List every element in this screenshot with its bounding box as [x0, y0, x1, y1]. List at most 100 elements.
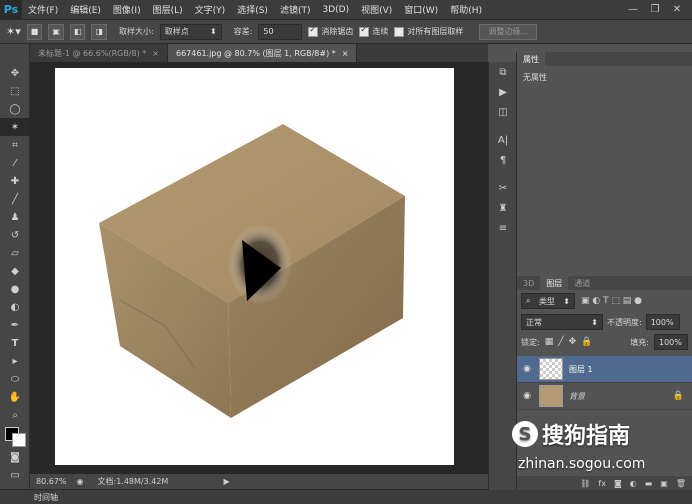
opacity-input[interactable]: 100% [645, 314, 680, 330]
refine-edge-button[interactable]: 调整边缘... [479, 23, 538, 40]
opacity-label: 不透明度: [607, 317, 642, 327]
brush-preset-icon[interactable]: ≡ [489, 218, 517, 238]
layer-row-background[interactable]: ◉ 背景 🔒 [517, 383, 692, 410]
history-panel-icon[interactable]: ⧉ [489, 62, 517, 82]
document-canvas[interactable] [55, 68, 454, 465]
sample-size-label: 取样大小: [119, 27, 154, 36]
all-layers-checkbox[interactable]: 对所有图层取样 [394, 26, 463, 37]
stamp-tool-icon[interactable]: ♟ [0, 208, 30, 226]
tab-untitled[interactable]: 未标题-1 @ 66.6%(RGB/8) * × [30, 44, 168, 62]
restore-button[interactable]: ❐ [646, 3, 664, 17]
actions-panel-icon[interactable]: ▶ [489, 82, 517, 102]
eyedropper-tool-icon[interactable]: ⁄ [0, 154, 30, 172]
antialias-checkbox[interactable]: 消除锯齿 [308, 25, 354, 37]
eye-icon[interactable]: ◉ [517, 364, 537, 374]
tab-close-icon[interactable]: × [342, 49, 349, 58]
lock-position-icon[interactable]: ✥ [569, 337, 577, 347]
pen-tool-icon[interactable]: ✒ [0, 316, 30, 334]
tab-3d[interactable]: 3D [517, 276, 540, 290]
sample-size-value: 取样点 [164, 27, 189, 36]
subtract-selection-button[interactable]: ◧ [69, 23, 86, 40]
eraser-tool-icon[interactable]: ▱ [0, 244, 30, 262]
magic-wand-tool-icon[interactable]: ✶ [0, 118, 30, 136]
layer-thumbnail [539, 385, 563, 407]
background-color-swatch[interactable] [12, 433, 26, 447]
document-size: 文档:1.48M/3.42M [97, 477, 169, 486]
menu-type[interactable]: 文字(Y) [189, 3, 232, 16]
clone-source-icon[interactable]: ♜ [489, 198, 517, 218]
fill-label: 填充: [630, 337, 649, 347]
watermark-url: zhinan.sogou.com [518, 456, 646, 472]
move-tool-icon[interactable]: ✥ [0, 64, 30, 82]
dodge-tool-icon[interactable]: ◐ [0, 298, 30, 316]
menu-image[interactable]: 图像(I) [107, 3, 147, 16]
layers-header: 3D 图层 通道 [517, 276, 692, 290]
info-icon[interactable]: ◉ [73, 477, 88, 486]
lock-paint-icon[interactable]: ╱ [558, 337, 563, 347]
menu-view[interactable]: 视图(V) [355, 3, 398, 16]
marquee-tool-icon[interactable]: ⬚ [0, 82, 30, 100]
menu-edit[interactable]: 编辑(E) [64, 3, 107, 16]
blend-mode-select[interactable]: 正常 ⬍ [521, 314, 603, 330]
new-selection-button[interactable]: ■ [26, 23, 43, 40]
hand-tool-icon[interactable]: ✋ [0, 388, 30, 406]
tab-channels[interactable]: 通道 [568, 276, 596, 290]
all-layers-label: 对所有图层取样 [407, 27, 464, 36]
healing-tool-icon[interactable]: ✚ [0, 172, 30, 190]
magic-wand-icon[interactable]: ✶▾ [6, 25, 21, 38]
menu-3d[interactable]: 3D(D) [316, 5, 355, 15]
add-selection-button[interactable]: ▣ [48, 23, 64, 40]
contiguous-checkbox[interactable]: 连续 [359, 25, 388, 37]
menu-select[interactable]: 选择(S) [231, 3, 274, 16]
tab-667461[interactable]: 667461.jpg @ 80.7% (图层 1, RGB/8#) * × [168, 44, 358, 62]
tab-layers[interactable]: 图层 [540, 276, 569, 290]
sogou-watermark: S 搜狗指南 zhinan.sogou.com [512, 418, 692, 488]
lasso-tool-icon[interactable]: ◯ [0, 100, 30, 118]
properties-header: 属性 [517, 52, 692, 66]
tab-properties[interactable]: 属性 [517, 52, 545, 66]
minimize-button[interactable]: — [624, 3, 642, 17]
zoom-level[interactable]: 80.67% [30, 477, 73, 486]
tolerance-input[interactable]: 50 [258, 23, 303, 40]
menu-layer[interactable]: 图层(L) [147, 3, 189, 16]
menu-help[interactable]: 帮助(H) [444, 3, 488, 16]
close-button[interactable]: ✕ [668, 3, 686, 17]
intersect-selection-button[interactable]: ◨ [91, 23, 107, 40]
tab-close-icon[interactable]: × [152, 49, 159, 58]
layer-row-layer1[interactable]: ◉ 图层 1 [517, 356, 692, 383]
tab-label: 未标题-1 @ 66.6%(RGB/8) * [38, 48, 147, 58]
brush-tool-icon[interactable]: ╱ [0, 190, 30, 208]
color-swatches[interactable] [0, 424, 30, 448]
screen-mode-icon[interactable]: ▭ [0, 466, 30, 484]
path-select-icon[interactable]: ▸ [0, 352, 30, 370]
fill-input[interactable]: 100% [654, 334, 688, 350]
crop-tool-icon[interactable]: ⌗ [0, 136, 30, 154]
zoom-tool-icon[interactable]: ⌕ [0, 406, 30, 424]
sample-size-select[interactable]: 取样点 ⬍ [159, 23, 222, 40]
eye-icon[interactable]: ◉ [517, 391, 537, 401]
history-brush-icon[interactable]: ↺ [0, 226, 30, 244]
antialias-label: 消除锯齿 [321, 27, 354, 36]
paragraph-panel-icon[interactable]: ¶ [489, 150, 517, 170]
menu-file[interactable]: 文件(F) [22, 3, 64, 16]
blur-tool-icon[interactable]: ● [0, 280, 30, 298]
adjustments-panel-icon[interactable]: ◫ [489, 102, 517, 122]
lock-pixels-icon[interactable]: ▦ [545, 337, 554, 347]
timeline-tab[interactable]: 时间轴 [34, 492, 58, 503]
layer-kind-select[interactable]: ⌕ 类型 ⬍ [521, 293, 575, 309]
blend-row: 正常 ⬍ 不透明度: 100% [517, 312, 692, 332]
menu-window[interactable]: 窗口(W) [398, 3, 444, 16]
sogou-logo-icon: S [512, 421, 538, 447]
filter-icons[interactable]: ▣ ◐ T ⬚ ▤ ● [581, 296, 642, 306]
type-tool-icon[interactable]: T [0, 334, 30, 352]
menu-filter[interactable]: 滤镜(T) [274, 3, 317, 16]
character-panel-icon[interactable]: A| [489, 130, 517, 150]
quick-mask-icon[interactable]: ◙ [0, 448, 30, 466]
timeline-bar: 时间轴 [0, 489, 692, 504]
lock-all-icon[interactable]: 🔒 [581, 337, 592, 347]
tools-preset-icon[interactable]: ✂ [489, 178, 517, 198]
status-menu-icon[interactable]: ▶ [224, 477, 230, 486]
paint-bucket-icon[interactable]: ◆ [0, 262, 30, 280]
shape-tool-icon[interactable]: ⬭ [0, 370, 30, 388]
opacity-value: 100% [650, 317, 674, 327]
